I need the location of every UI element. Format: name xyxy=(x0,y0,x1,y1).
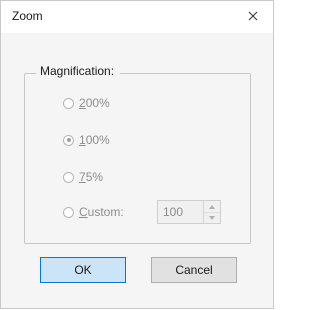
radio-100[interactable]: 100% xyxy=(63,132,110,148)
spin-down-icon xyxy=(209,215,215,220)
magnification-label: Magnification: xyxy=(36,64,121,78)
radio-200-label: 200% xyxy=(79,96,110,110)
custom-zoom-spinner[interactable]: 100 xyxy=(157,200,221,224)
dialog-title: Zoom xyxy=(12,9,43,23)
radio-75[interactable]: 75% xyxy=(63,169,103,185)
custom-zoom-value[interactable]: 100 xyxy=(163,205,183,219)
radio-custom-circle[interactable] xyxy=(63,206,74,218)
radio-100-label: 100% xyxy=(79,133,110,147)
spin-up-icon xyxy=(209,204,215,209)
cancel-button[interactable]: Cancel xyxy=(151,257,237,283)
radio-200[interactable]: 200% xyxy=(63,95,110,111)
radio-75-circle[interactable] xyxy=(63,171,74,183)
ok-button[interactable]: OK xyxy=(40,257,126,283)
spinner-buttons xyxy=(203,201,220,223)
radio-75-label: 75% xyxy=(79,170,104,184)
close-icon xyxy=(248,11,258,21)
radio-100-circle[interactable] xyxy=(63,134,74,146)
radio-200-circle[interactable] xyxy=(63,97,74,109)
title-bar: Zoom xyxy=(1,1,273,33)
close-button[interactable] xyxy=(239,5,267,27)
radio-custom[interactable]: Custom: xyxy=(63,204,124,220)
spin-down-button[interactable] xyxy=(204,212,220,223)
radio-custom-label: Custom: xyxy=(79,205,124,219)
